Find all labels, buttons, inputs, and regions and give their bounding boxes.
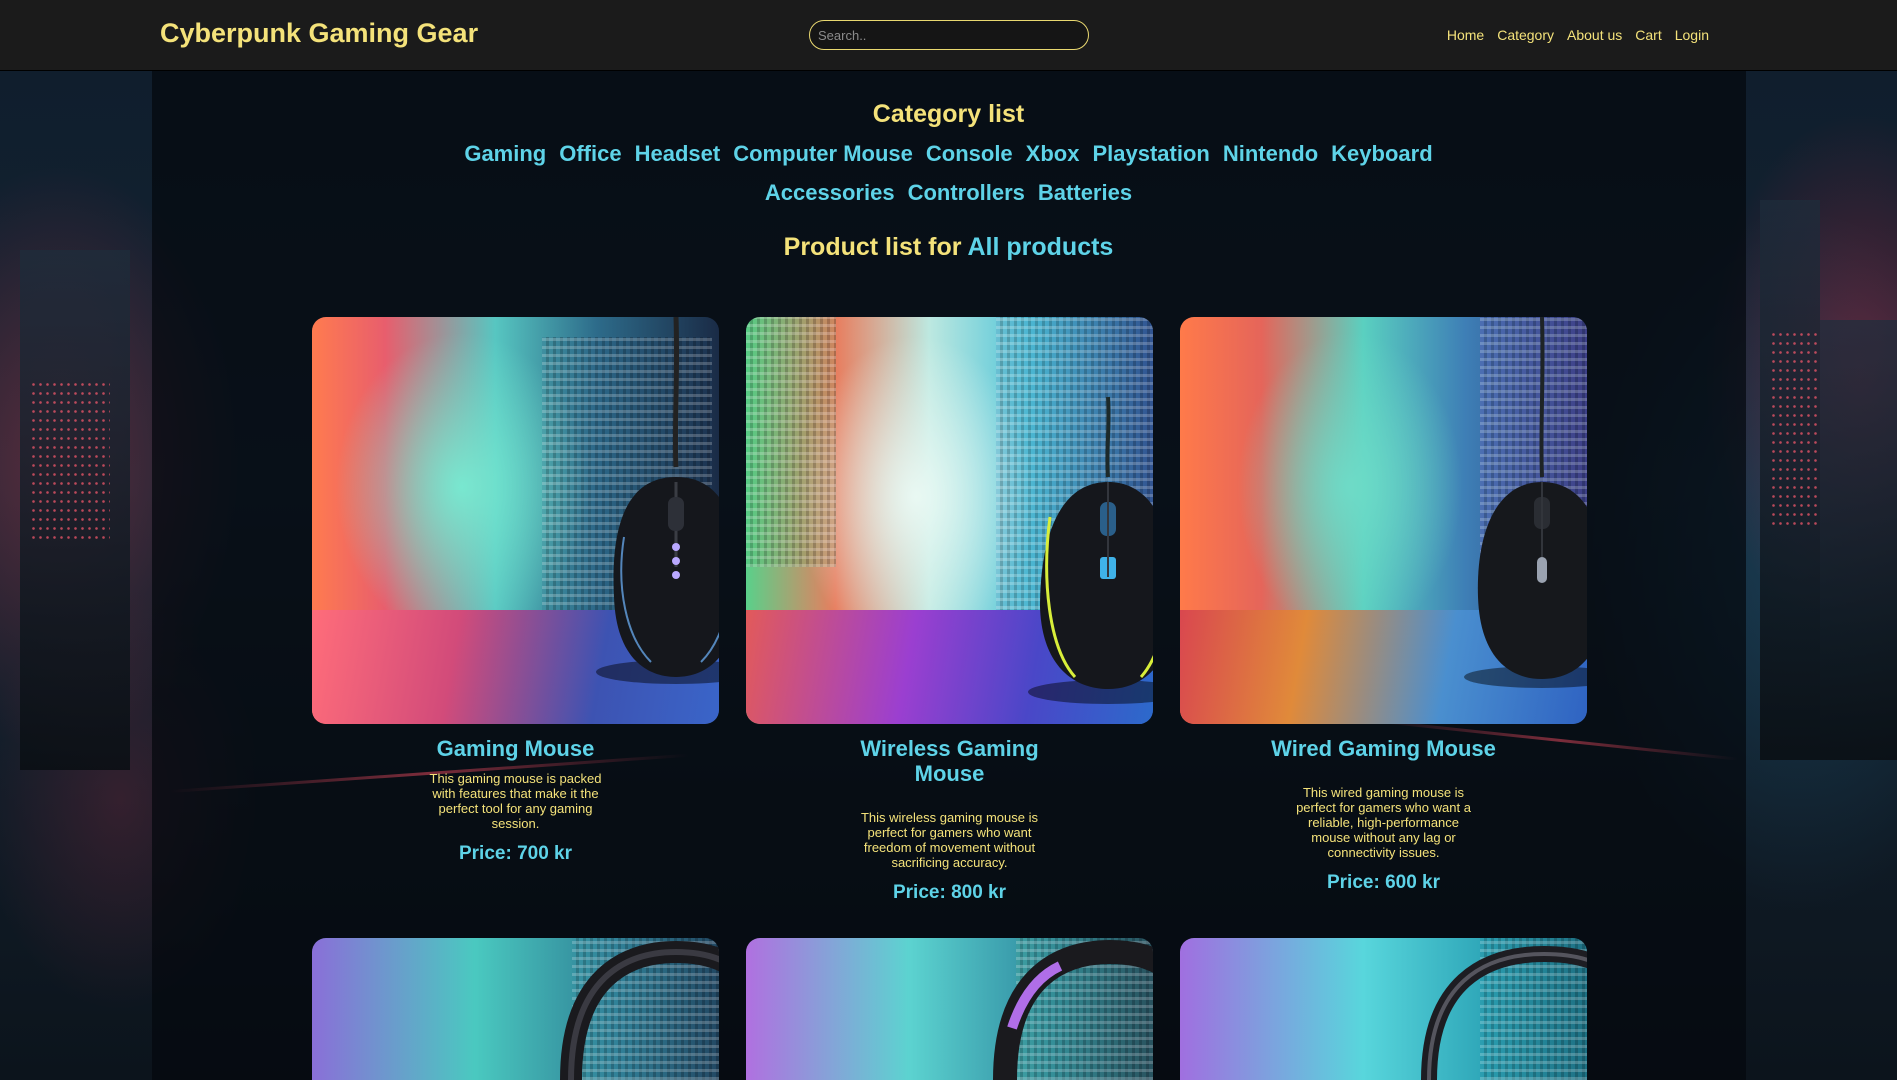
category-row-1: Gaming Office Headset Computer Mouse Con…	[0, 141, 1897, 167]
product-image[interactable]	[1180, 317, 1587, 724]
product-description: This gaming mouse is packed with feature…	[429, 771, 602, 831]
headset-icon	[992, 939, 1153, 1080]
product-image[interactable]	[1180, 938, 1587, 1080]
top-navbar: Cyberpunk Gaming Gear Home Category Abou…	[0, 0, 1897, 71]
product-card	[746, 938, 1153, 1080]
product-image[interactable]	[312, 938, 719, 1080]
category-controllers[interactable]: Controllers	[908, 180, 1025, 206]
site-logo[interactable]: Cyberpunk Gaming Gear	[160, 18, 478, 49]
wired-gaming-mouse-icon	[1463, 317, 1587, 688]
product-description: This wireless gaming mouse is perfect fo…	[860, 810, 1038, 870]
category-xbox[interactable]: Xbox	[1026, 141, 1080, 167]
category-nintendo[interactable]: Nintendo	[1223, 141, 1318, 167]
product-list-heading: Product list for All products	[0, 233, 1897, 262]
product-description: This wired gaming mouse is perfect for g…	[1296, 785, 1471, 860]
category-playstation[interactable]: Playstation	[1092, 141, 1209, 167]
category-batteries[interactable]: Batteries	[1038, 180, 1132, 206]
product-list-prefix: Product list for	[783, 233, 962, 261]
nav-about-us[interactable]: About us	[1567, 27, 1622, 43]
product-card	[1180, 938, 1587, 1080]
headset-icon	[1420, 945, 1587, 1080]
product-card: Gaming Mouse This gaming mouse is packed…	[312, 317, 719, 865]
category-office[interactable]: Office	[559, 141, 621, 167]
nav-home[interactable]: Home	[1447, 27, 1484, 43]
category-list-heading: Category list	[872, 100, 1025, 128]
product-name[interactable]: Wired Gaming Mouse	[1180, 736, 1587, 761]
main-nav: Home Category About us Cart Login	[1447, 27, 1709, 43]
nav-login[interactable]: Login	[1675, 27, 1709, 43]
product-price: Price: 700 kr	[458, 843, 573, 864]
product-list-filter: All products	[967, 233, 1114, 261]
product-price: Price: 800 kr	[892, 882, 1007, 903]
gaming-mouse-icon	[595, 317, 719, 684]
product-card: Wired Gaming Mouse This wired gaming mou…	[1180, 317, 1587, 894]
headset-icon	[559, 940, 719, 1080]
category-headset[interactable]: Headset	[635, 141, 721, 167]
product-name[interactable]: Gaming Mouse	[312, 736, 719, 761]
category-accessories[interactable]: Accessories	[765, 180, 895, 206]
wireless-gaming-mouse-icon	[1027, 396, 1153, 704]
product-image[interactable]	[746, 317, 1153, 724]
product-image[interactable]	[746, 938, 1153, 1080]
product-price: Price: 600 kr	[1326, 872, 1441, 893]
category-gaming[interactable]: Gaming	[464, 141, 546, 167]
product-card	[312, 938, 719, 1080]
search-input[interactable]	[809, 20, 1089, 50]
product-name[interactable]: Wireless Gaming Mouse	[746, 736, 1153, 786]
product-image[interactable]	[312, 317, 719, 724]
nav-cart[interactable]: Cart	[1635, 27, 1661, 43]
category-computer-mouse[interactable]: Computer Mouse	[733, 141, 913, 167]
category-console[interactable]: Console	[926, 141, 1013, 167]
category-keyboard[interactable]: Keyboard	[1331, 141, 1432, 167]
category-row-2: Accessories Controllers Batteries	[0, 180, 1897, 206]
product-card: Wireless Gaming Mouse This wireless gami…	[746, 317, 1153, 904]
nav-category[interactable]: Category	[1497, 27, 1554, 43]
